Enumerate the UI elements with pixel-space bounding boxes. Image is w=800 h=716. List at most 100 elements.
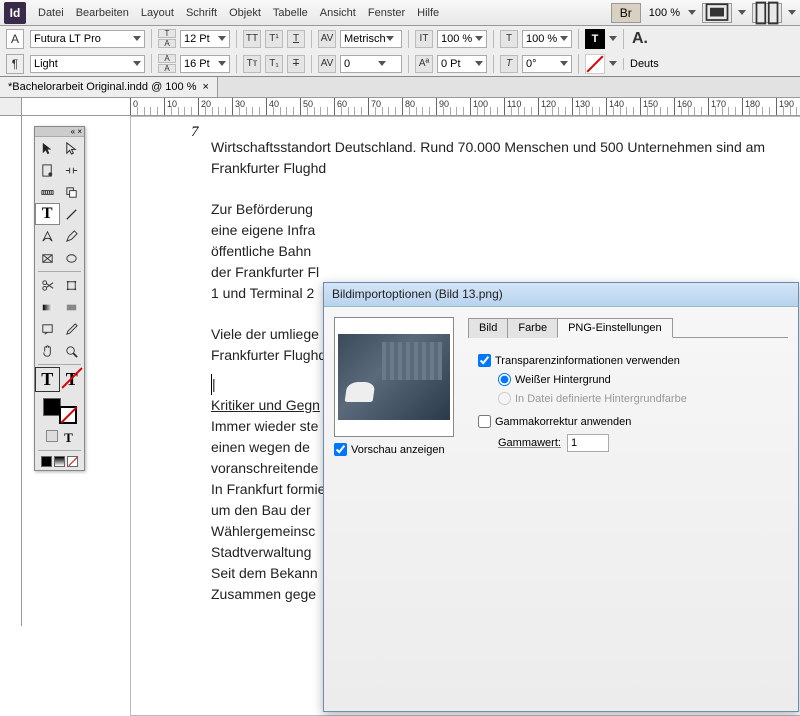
control-panel: A Futura LT Pro TA 12 Pt TT T¹ T AV Metr… [0,26,800,77]
gap-tool[interactable] [60,159,85,181]
document-tab[interactable]: *Bachelorarbeit Original.indd @ 100 % × [0,77,218,97]
zoom-display[interactable]: 100 % [647,7,682,19]
superscript-icon[interactable]: T¹ [265,30,283,48]
swatch-none[interactable] [67,456,78,467]
app-logo: Id [4,2,26,24]
kerning-select[interactable]: Metrisch [340,30,402,48]
hand-tool[interactable] [35,340,60,362]
fill-stroke-proxy[interactable] [41,396,79,426]
menu-fenster[interactable]: Fenster [368,7,405,19]
ruler-tick: 180 [742,98,743,116]
format-text-icon[interactable]: T [64,430,73,446]
menu-ansicht[interactable]: Ansicht [320,7,356,19]
screen-mode-dropdown-icon[interactable] [738,10,746,15]
char-style-icon[interactable]: A. [630,29,650,49]
zoom-dropdown-icon[interactable] [688,10,696,15]
stroke-proxy[interactable] [59,406,77,424]
scissors-tool[interactable] [35,274,60,296]
fill-color-icon[interactable]: T [585,29,605,49]
vscale-input[interactable]: 100 % [437,30,487,48]
screen-mode-button[interactable] [702,3,732,23]
rectangle-frame-tool[interactable] [35,247,60,269]
measure-tool[interactable] [35,181,60,203]
format-text-fill-button[interactable]: T [35,367,60,392]
type-tool[interactable]: T [35,203,60,225]
content-collector-tool[interactable] [60,181,85,203]
skew-input[interactable]: 0° [522,55,572,73]
leading-input[interactable]: 16 Pt [180,55,230,73]
ruler-tick: 120 [538,98,539,116]
strike-icon[interactable]: T [287,55,305,73]
ruler-origin[interactable] [0,98,22,116]
menu-layout[interactable]: Layout [141,7,174,19]
gamma-value-input[interactable] [567,434,609,452]
tab-png-settings[interactable]: PNG-Einstellungen [557,318,673,338]
selection-tool[interactable] [35,137,60,159]
free-transform-tool[interactable] [60,274,85,296]
baseline-input[interactable]: 0 Pt [437,55,487,73]
white-bg-label: Weißer Hintergrund [515,374,611,386]
white-bg-input[interactable] [498,373,511,386]
ellipse-tool[interactable] [60,247,85,269]
menu-datei[interactable]: Datei [38,7,64,19]
menu-bearbeiten[interactable]: Bearbeiten [76,7,129,19]
direct-selection-tool[interactable] [60,137,85,159]
tools-palette: « × T [34,126,85,471]
menu-hilfe[interactable]: Hilfe [417,7,439,19]
app-menubar: Id Datei Bearbeiten Layout Schrift Objek… [0,0,800,26]
arrange-button[interactable] [752,3,782,23]
font-family-select[interactable]: Futura LT Pro [30,30,145,48]
ruler-tick: 110 [504,98,505,116]
gamma-checkbox[interactable]: Gammakorrektur anwenden [478,415,778,428]
arrange-dropdown-icon[interactable] [788,10,796,15]
font-size-input[interactable]: 12 Pt [180,30,230,48]
ruler-tick: 40 [266,98,267,116]
pen-tool[interactable] [35,225,60,247]
subscript-icon[interactable]: T₁ [265,55,283,73]
swatch-gradient[interactable] [54,456,65,467]
bridge-button[interactable]: Br [611,3,641,23]
ruler-tick: 150 [640,98,641,116]
language-select[interactable]: Deuts [630,58,659,70]
line-tool[interactable] [60,203,85,225]
swatch-black[interactable] [41,456,52,467]
stroke-dropdown-icon[interactable] [609,61,617,66]
transparency-checkbox[interactable]: Transparenzinformationen verwenden [478,354,778,367]
note-tool[interactable] [35,318,60,340]
white-bg-radio[interactable]: Weißer Hintergrund [498,373,778,386]
dialog-titlebar[interactable]: Bildimportoptionen (Bild 13.png) [324,283,798,307]
transparency-input[interactable] [478,354,491,367]
tab-bild[interactable]: Bild [468,318,508,338]
gradient-feather-tool[interactable] [60,296,85,318]
palette-header[interactable]: « × [35,127,84,137]
menu-objekt[interactable]: Objekt [229,7,261,19]
gamma-input[interactable] [478,415,491,428]
ruler-tick: 20 [198,98,199,116]
char-format-icon[interactable]: A [6,29,24,49]
hscale-input[interactable]: 100 % [522,30,572,48]
underline-icon[interactable]: T [287,30,305,48]
pencil-tool[interactable] [60,225,85,247]
zoom-tool[interactable] [60,340,85,362]
allcaps-icon[interactable]: TT [243,30,261,48]
page-tool[interactable] [35,159,60,181]
eyedropper-tool[interactable] [60,318,85,340]
tracking-input[interactable]: 0 [340,55,402,73]
menu-tabelle[interactable]: Tabelle [273,7,308,19]
fill-dropdown-icon[interactable] [609,36,617,41]
font-style-select[interactable]: Light [30,55,145,73]
ruler-tick: 140 [606,98,607,116]
format-container-icon[interactable] [46,430,58,442]
menu-schrift[interactable]: Schrift [186,7,217,19]
smallcaps-icon[interactable]: Tᴛ [243,55,261,73]
tab-farbe[interactable]: Farbe [507,318,558,338]
stroke-none-icon[interactable] [585,54,605,74]
show-preview-input[interactable] [334,443,347,456]
para-format-icon[interactable]: ¶ [6,54,24,74]
format-text-stroke-button[interactable]: T [60,367,84,392]
gradient-swatch-tool[interactable] [35,296,60,318]
close-icon[interactable]: × [203,81,209,93]
ruler-tick: 80 [402,98,403,116]
show-preview-checkbox[interactable]: Vorschau anzeigen [334,443,456,456]
ruler-tick: 90 [436,98,437,116]
